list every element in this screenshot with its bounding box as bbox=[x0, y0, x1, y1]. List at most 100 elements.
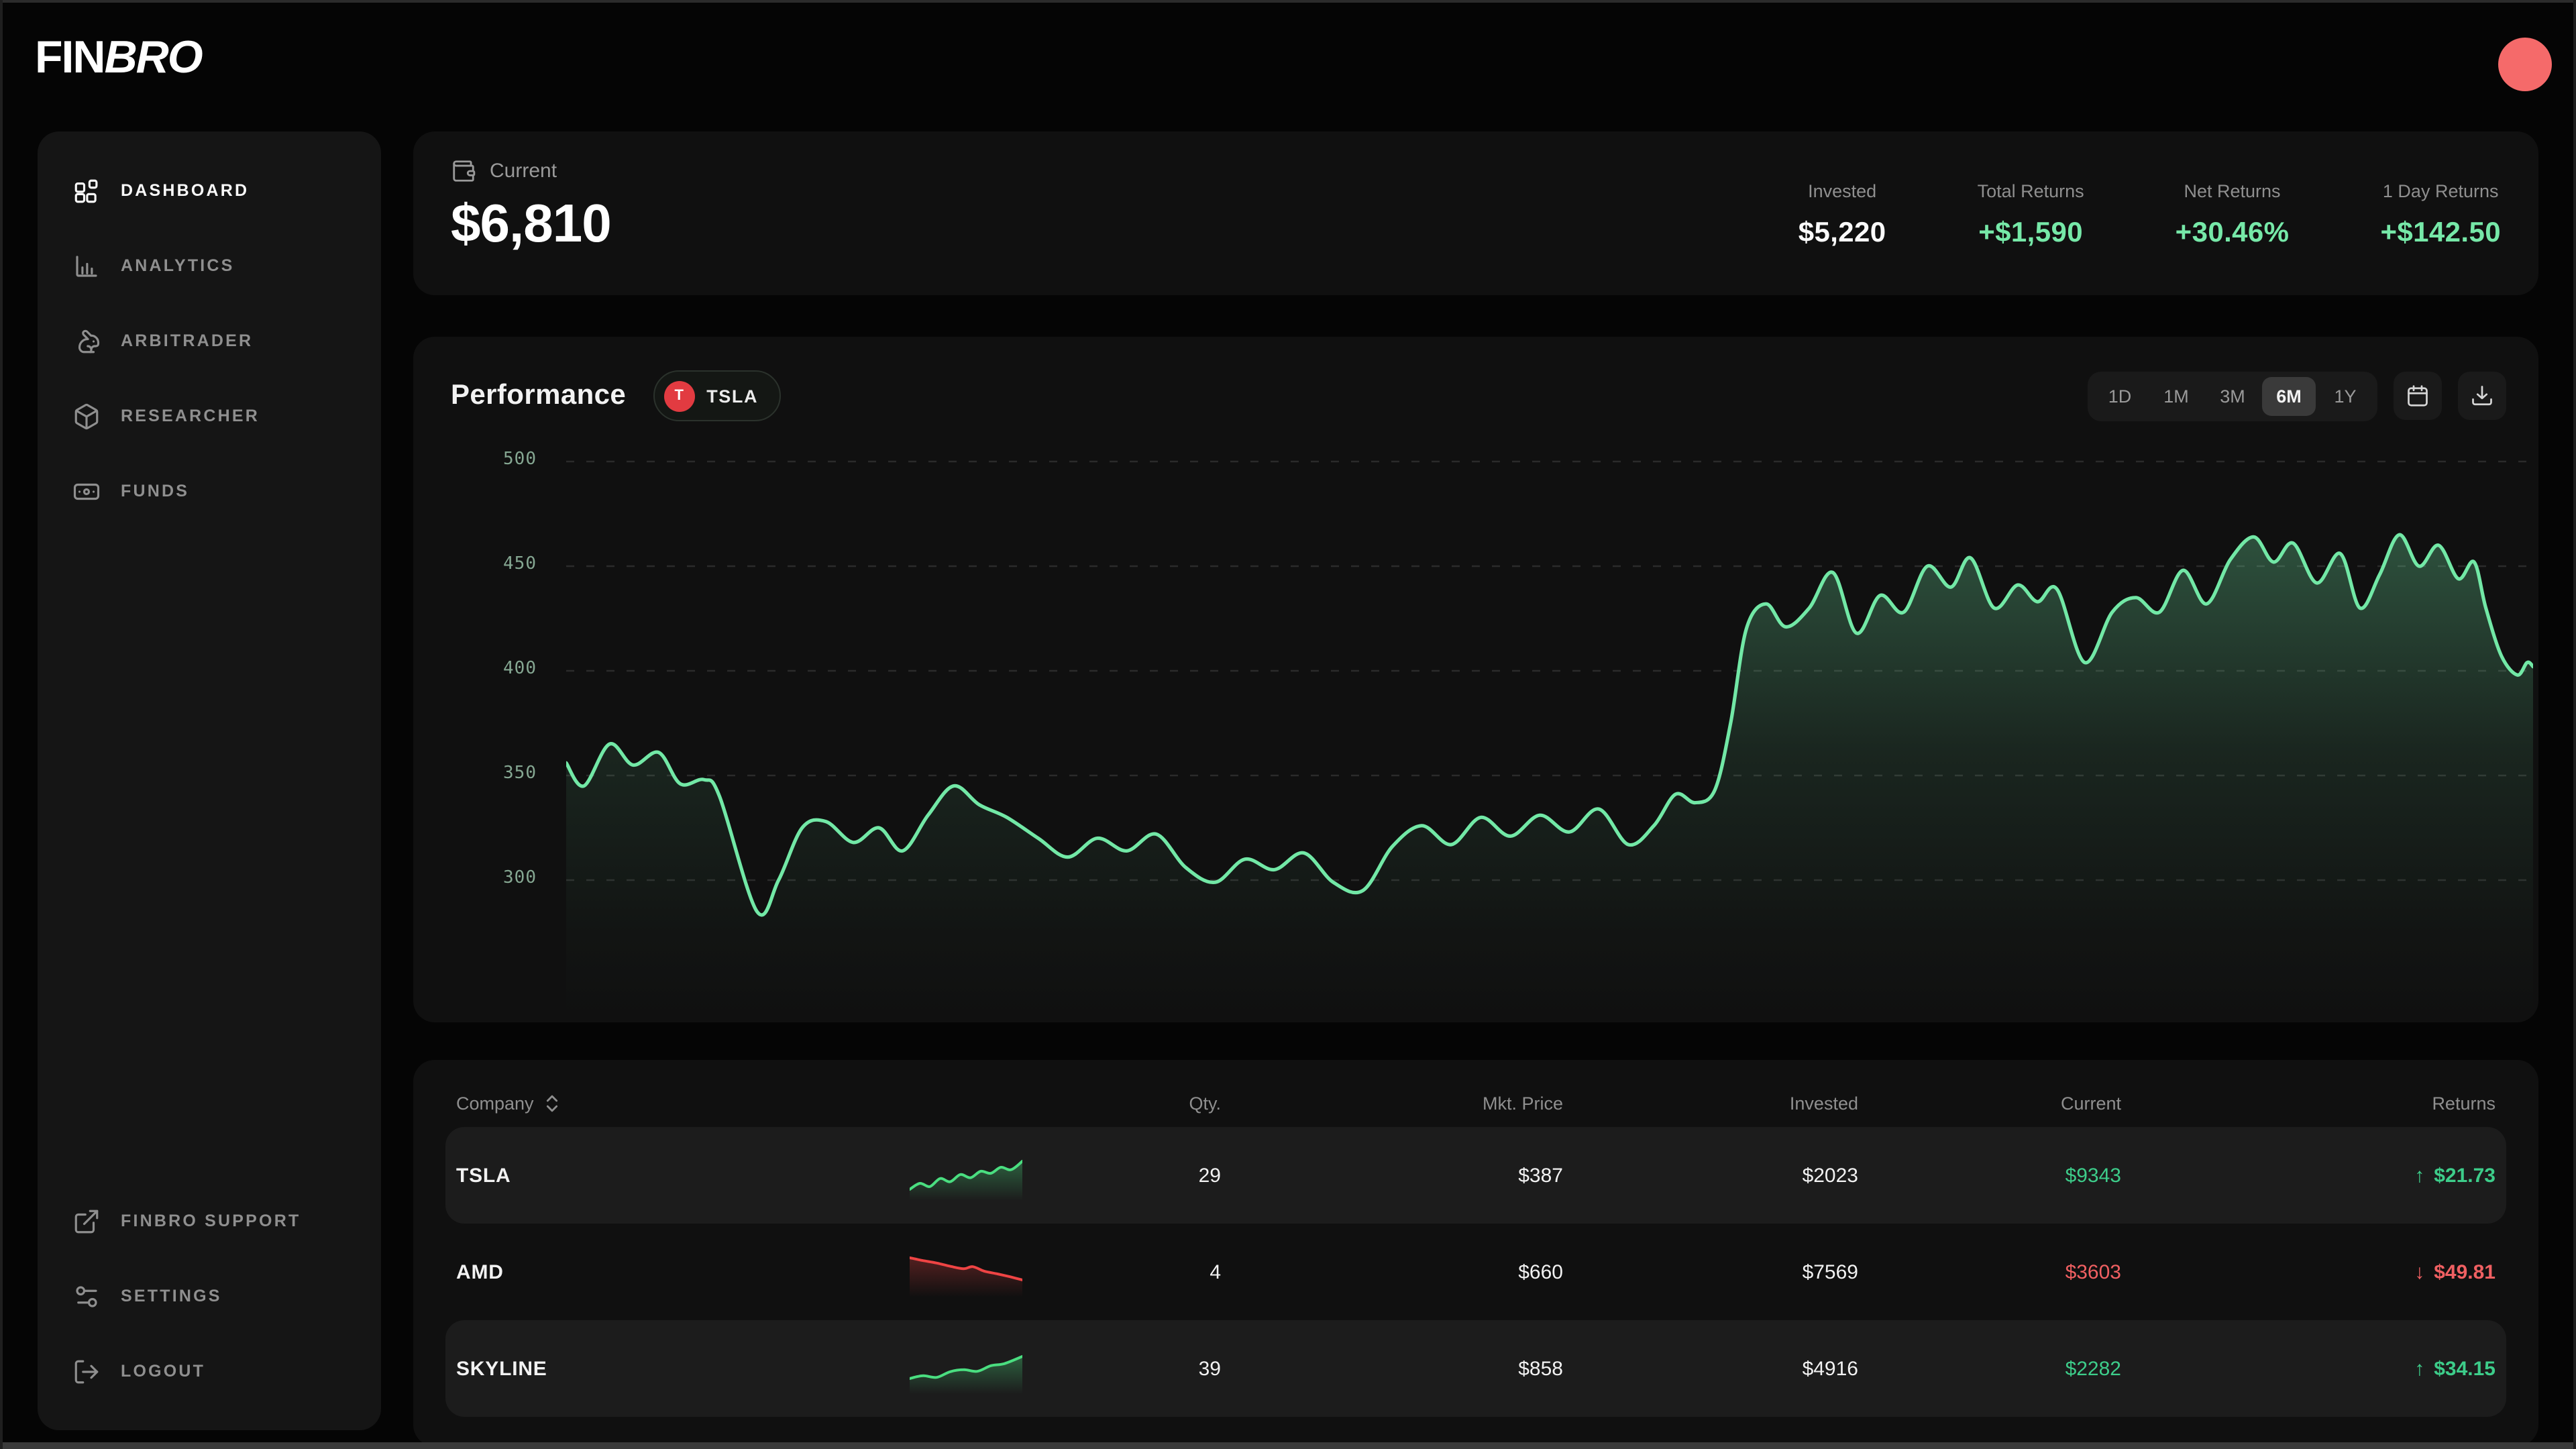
sparkline-down-icon bbox=[910, 1246, 1022, 1297]
stat-value: +$142.50 bbox=[2380, 217, 2501, 249]
holdings-card: Company Qty. Mkt. Price Invested Current… bbox=[413, 1060, 2538, 1446]
range-button-6m[interactable]: 6M bbox=[2262, 376, 2316, 415]
analytics-icon bbox=[72, 252, 101, 280]
range-button-1d[interactable]: 1D bbox=[2093, 376, 2147, 415]
cell-company: AMD bbox=[445, 1260, 910, 1283]
sidebar-item-funds[interactable]: FUNDS bbox=[72, 472, 346, 510]
avatar[interactable] bbox=[2498, 38, 2552, 91]
main-content: Current $6,810 Invested $5,220 Total Retu… bbox=[413, 131, 2538, 1446]
returns-arrow-icon: ↑ bbox=[2414, 1357, 2424, 1380]
cube-icon bbox=[72, 402, 101, 430]
column-returns: Returns bbox=[2121, 1093, 2506, 1113]
y-tick-500: 500 bbox=[503, 449, 537, 470]
returns-arrow-icon: ↑ bbox=[2414, 1164, 2424, 1187]
stat-label: 1 Day Returns bbox=[2383, 180, 2499, 201]
cell-returns: ↑$21.73 bbox=[2121, 1164, 2506, 1187]
cell-mkt-price: $660 bbox=[1221, 1260, 1563, 1283]
current-value: $6,810 bbox=[451, 195, 611, 255]
sidebar-item-label: FINBRO SUPPORT bbox=[121, 1212, 301, 1230]
sidebar-item-label: DASHBOARD bbox=[121, 181, 249, 200]
stat-value: +30.46% bbox=[2176, 217, 2290, 249]
stat-label: Net Returns bbox=[2184, 180, 2281, 201]
table-row-amd[interactable]: AMD 4$660$7569$3603 ↓$49.81 bbox=[445, 1224, 2506, 1320]
cell-mkt-price: $387 bbox=[1221, 1164, 1563, 1187]
cell-qty: 29 bbox=[1033, 1164, 1221, 1187]
sidebar-item-label: RESEARCHER bbox=[121, 407, 260, 425]
stat-label: Total Returns bbox=[1978, 180, 2084, 201]
range-button-1y[interactable]: 1Y bbox=[2318, 376, 2372, 415]
column-current: Current bbox=[1858, 1093, 2121, 1113]
calendar-icon bbox=[2406, 384, 2430, 408]
ticker-symbol: TSLA bbox=[706, 386, 758, 406]
sliders-icon bbox=[72, 1282, 101, 1310]
stat-invested: Invested $5,220 bbox=[1799, 180, 1886, 249]
cell-company: TSLA bbox=[445, 1164, 910, 1187]
table-body: TSLA 29$387$2023$9343 ↑$21.73AMD 4$660$7… bbox=[445, 1127, 2506, 1417]
table-row-tsla[interactable]: TSLA 29$387$2023$9343 ↑$21.73 bbox=[445, 1127, 2506, 1224]
cell-trend bbox=[910, 1343, 1033, 1394]
range-button-1m[interactable]: 1M bbox=[2149, 376, 2203, 415]
download-icon bbox=[2470, 384, 2494, 408]
sidebar-item-label: FUNDS bbox=[121, 482, 189, 500]
brand-logo: FINBRO bbox=[35, 32, 202, 85]
sidebar-item-label: SETTINGS bbox=[121, 1287, 222, 1305]
cell-current: $9343 bbox=[1858, 1164, 2121, 1187]
summary-stats: Invested $5,220 Total Returns +$1,590 Net … bbox=[1799, 158, 2509, 271]
sparkline-up-icon bbox=[910, 1343, 1022, 1394]
column-company[interactable]: Company bbox=[445, 1093, 910, 1113]
sidebar-item-label: LOGOUT bbox=[121, 1362, 205, 1381]
column-mkt-price: Mkt. Price bbox=[1221, 1093, 1563, 1113]
table-row-skyline[interactable]: SKYLINE 39$858$4916$2282 ↑$34.15 bbox=[445, 1320, 2506, 1417]
range-segmented-control: 1D1M3M6M1Y bbox=[2088, 371, 2377, 421]
sparkline-up-icon bbox=[910, 1150, 1022, 1201]
returns-arrow-icon: ↓ bbox=[2414, 1260, 2424, 1283]
wallet-icon bbox=[451, 158, 476, 184]
area-chart bbox=[566, 429, 2533, 1020]
column-invested: Invested bbox=[1563, 1093, 1858, 1113]
cell-qty: 4 bbox=[1033, 1260, 1221, 1283]
sidebar-item-settings[interactable]: SETTINGS bbox=[72, 1277, 346, 1315]
sidebar-item-arbitrader[interactable]: ARBITRADER bbox=[72, 322, 346, 360]
performance-header: Performance T TSLA 1D1M3M6M1Y bbox=[451, 369, 2506, 423]
ticker-badge-icon: T bbox=[663, 380, 694, 411]
ticker-chip[interactable]: T TSLA bbox=[653, 370, 781, 421]
download-button[interactable] bbox=[2458, 372, 2506, 420]
calendar-button[interactable] bbox=[2394, 372, 2442, 420]
range-button-3m[interactable]: 3M bbox=[2206, 376, 2259, 415]
window-edge-left bbox=[0, 0, 3, 1449]
cell-trend bbox=[910, 1150, 1033, 1201]
stat-value: $5,220 bbox=[1799, 217, 1886, 249]
y-tick-350: 350 bbox=[503, 763, 537, 784]
stat-value: +$1,590 bbox=[1978, 217, 2083, 249]
y-tick-450: 450 bbox=[503, 554, 537, 574]
column-qty: Qty. bbox=[1033, 1093, 1221, 1113]
cell-invested: $2023 bbox=[1563, 1164, 1858, 1187]
sidebar-item-label: ANALYTICS bbox=[121, 256, 235, 275]
sidebar-item-researcher[interactable]: RESEARCHER bbox=[72, 397, 346, 435]
stat-net-returns: Net Returns +30.46% bbox=[2176, 180, 2290, 249]
window-edge-right bbox=[2573, 0, 2576, 1449]
cell-mkt-price: $858 bbox=[1221, 1357, 1563, 1380]
chart-area-fill bbox=[566, 535, 2533, 1020]
cell-company: SKYLINE bbox=[445, 1357, 910, 1380]
dashboard-icon bbox=[72, 176, 101, 205]
stat-total-returns: Total Returns +$1,590 bbox=[1978, 180, 2084, 249]
sidebar-item-finbro-support[interactable]: FINBRO SUPPORT bbox=[72, 1202, 346, 1240]
performance-title: Performance bbox=[451, 380, 626, 412]
top-bar: FINBRO bbox=[0, 0, 2576, 129]
banknote-icon bbox=[72, 477, 101, 505]
cell-qty: 39 bbox=[1033, 1357, 1221, 1380]
sidebar-item-dashboard[interactable]: DASHBOARD bbox=[72, 172, 346, 209]
window-edge-top bbox=[0, 0, 2576, 3]
sort-icon bbox=[545, 1093, 559, 1113]
rabbit-icon bbox=[72, 327, 101, 355]
cell-invested: $7569 bbox=[1563, 1260, 1858, 1283]
cell-current: $3603 bbox=[1858, 1260, 2121, 1283]
sidebar-item-logout[interactable]: LOGOUT bbox=[72, 1352, 346, 1390]
sidebar-item-label: ARBITRADER bbox=[121, 331, 253, 350]
cell-returns: ↓$49.81 bbox=[2121, 1260, 2506, 1283]
performance-chart bbox=[566, 429, 2533, 1020]
sidebar-item-analytics[interactable]: ANALYTICS bbox=[72, 247, 346, 284]
cell-trend bbox=[910, 1246, 1033, 1297]
performance-tools: 1D1M3M6M1Y bbox=[2088, 371, 2506, 421]
